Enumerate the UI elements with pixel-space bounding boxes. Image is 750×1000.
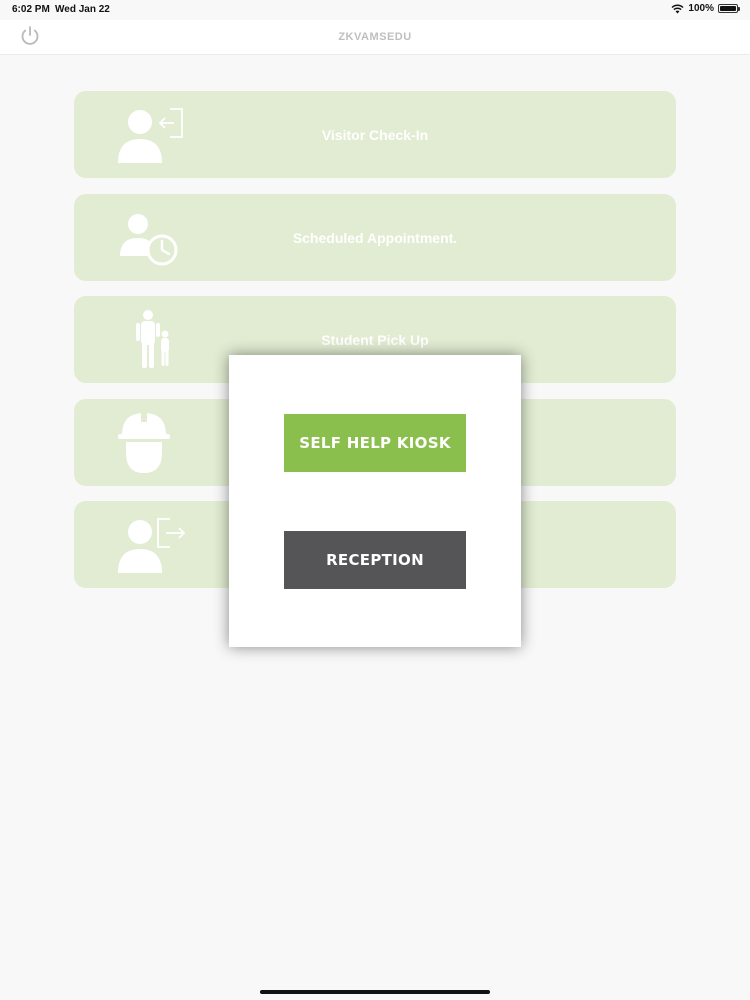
status-right: 100% — [671, 3, 740, 14]
mode-select-dialog: SELF HELP KIOSK RECEPTION — [229, 355, 521, 647]
menu-item-label: Visitor Check-In — [321, 127, 429, 143]
menu-item-label: Scheduled Appointment. — [292, 229, 458, 246]
home-indicator[interactable] — [260, 990, 490, 994]
screen: 6:02 PM Wed Jan 22 100% ZKVAMSEDU Visito… — [0, 0, 750, 1000]
wifi-icon — [671, 4, 684, 13]
menu-item-label: Student Pick Up — [321, 332, 429, 348]
status-date: Wed Jan 22 — [55, 4, 110, 15]
battery-icon — [718, 4, 740, 13]
app-title: ZKVAMSEDU — [338, 31, 412, 43]
battery-percent: 100% — [688, 3, 714, 14]
self-help-kiosk-button[interactable]: SELF HELP KIOSK — [284, 414, 466, 472]
status-bar: 6:02 PM Wed Jan 22 100% — [0, 0, 750, 20]
menu-item-visitor-checkin[interactable]: Visitor Check-In — [74, 91, 676, 178]
nav-bar: ZKVAMSEDU — [0, 20, 750, 55]
reception-button[interactable]: RECEPTION — [284, 531, 466, 589]
status-time: 6:02 PM — [12, 4, 50, 15]
contractor-helmet-icon — [118, 411, 170, 473]
menu-item-scheduled-appointment[interactable]: Scheduled Appointment. — [74, 193, 676, 281]
visitor-checkout-icon — [118, 518, 186, 573]
